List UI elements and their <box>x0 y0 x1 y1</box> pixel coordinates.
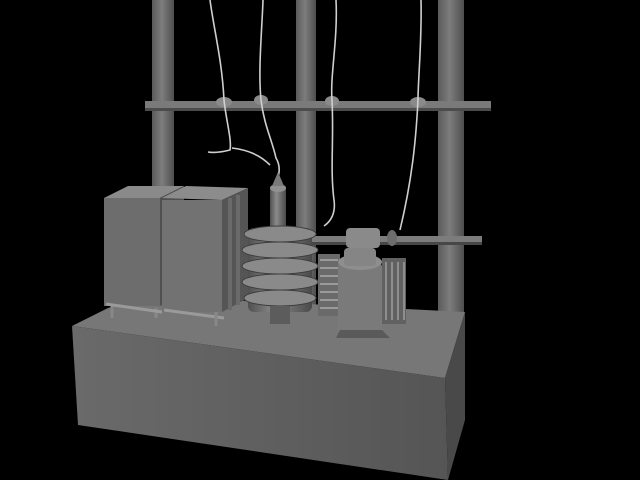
radiator-right <box>382 258 406 324</box>
render-viewport <box>0 0 640 480</box>
bus-coupler <box>346 228 380 248</box>
pole-left <box>152 0 174 190</box>
radiator-left <box>318 254 340 316</box>
bushing-sheds <box>241 225 319 307</box>
pole-right <box>438 0 464 312</box>
